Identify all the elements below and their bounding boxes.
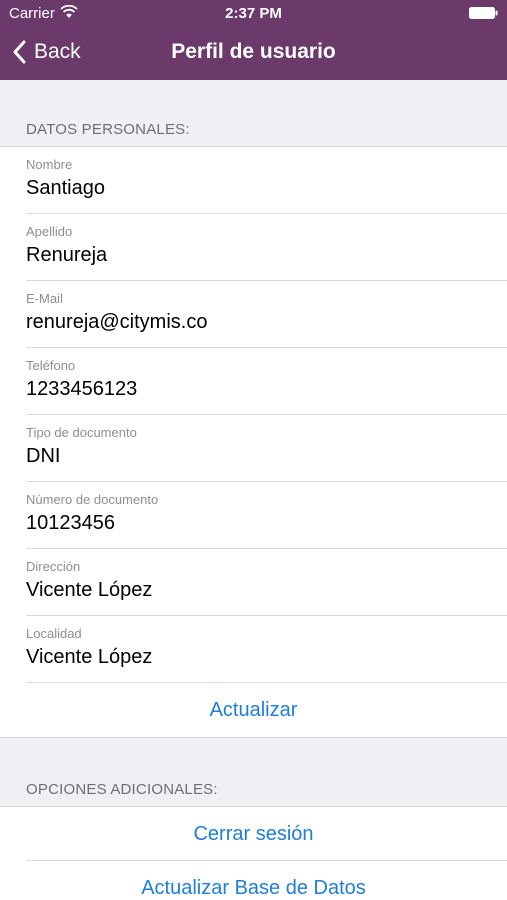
field-direccion[interactable]: Dirección Vicente López <box>0 549 507 616</box>
field-value: Vicente López <box>26 579 153 601</box>
navigation-bar: Carrier 2:37 PM Back Perfil de usuario <box>0 0 507 80</box>
field-label: Número de documento <box>26 492 159 507</box>
field-apellido[interactable]: Apellido Renureja <box>0 214 507 281</box>
field-label: Apellido <box>26 224 73 239</box>
field-label: Localidad <box>26 626 82 641</box>
field-label: Tipo de documento <box>26 425 137 440</box>
section-header-personal: DATOS PERSONALES: <box>26 121 190 138</box>
update-database-button[interactable]: Actualizar Base de Datos <box>0 861 507 900</box>
battery-icon <box>469 7 498 19</box>
field-label: E-Mail <box>26 291 63 306</box>
section-header-additional: OPCIONES ADICIONALES: <box>26 781 218 798</box>
page-title: Perfil de usuario <box>171 40 336 63</box>
field-value: 10123456 <box>26 512 115 534</box>
field-email[interactable]: E-Mail renureja@citymis.co <box>0 281 507 348</box>
field-label: Dirección <box>26 559 81 574</box>
status-time: 2:37 PM <box>225 5 282 22</box>
field-label: Teléfono <box>26 358 76 373</box>
field-label: Nombre <box>26 157 73 172</box>
field-numero-documento[interactable]: Número de documento 10123456 <box>0 482 507 549</box>
field-value: DNI <box>26 445 61 467</box>
field-value: Vicente López <box>26 646 153 668</box>
update-button[interactable]: Actualizar <box>0 683 507 737</box>
field-value: Renureja <box>26 244 108 266</box>
personal-data-group: Nombre Santiago Apellido Renureja E-Mail… <box>0 146 507 738</box>
field-value: 1233456123 <box>26 378 138 400</box>
field-value: renureja@citymis.co <box>26 311 208 333</box>
field-nombre[interactable]: Nombre Santiago <box>0 147 507 214</box>
field-tipo-documento[interactable]: Tipo de documento DNI <box>0 415 507 482</box>
field-localidad[interactable]: Localidad Vicente López <box>0 616 507 683</box>
status-bar: Carrier 2:37 PM <box>0 0 507 28</box>
additional-options-group: Cerrar sesión Actualizar Base de Datos <box>0 806 507 900</box>
logout-button[interactable]: Cerrar sesión <box>0 807 507 861</box>
field-telefono[interactable]: Teléfono 1233456123 <box>0 348 507 415</box>
field-value: Santiago <box>26 177 105 199</box>
